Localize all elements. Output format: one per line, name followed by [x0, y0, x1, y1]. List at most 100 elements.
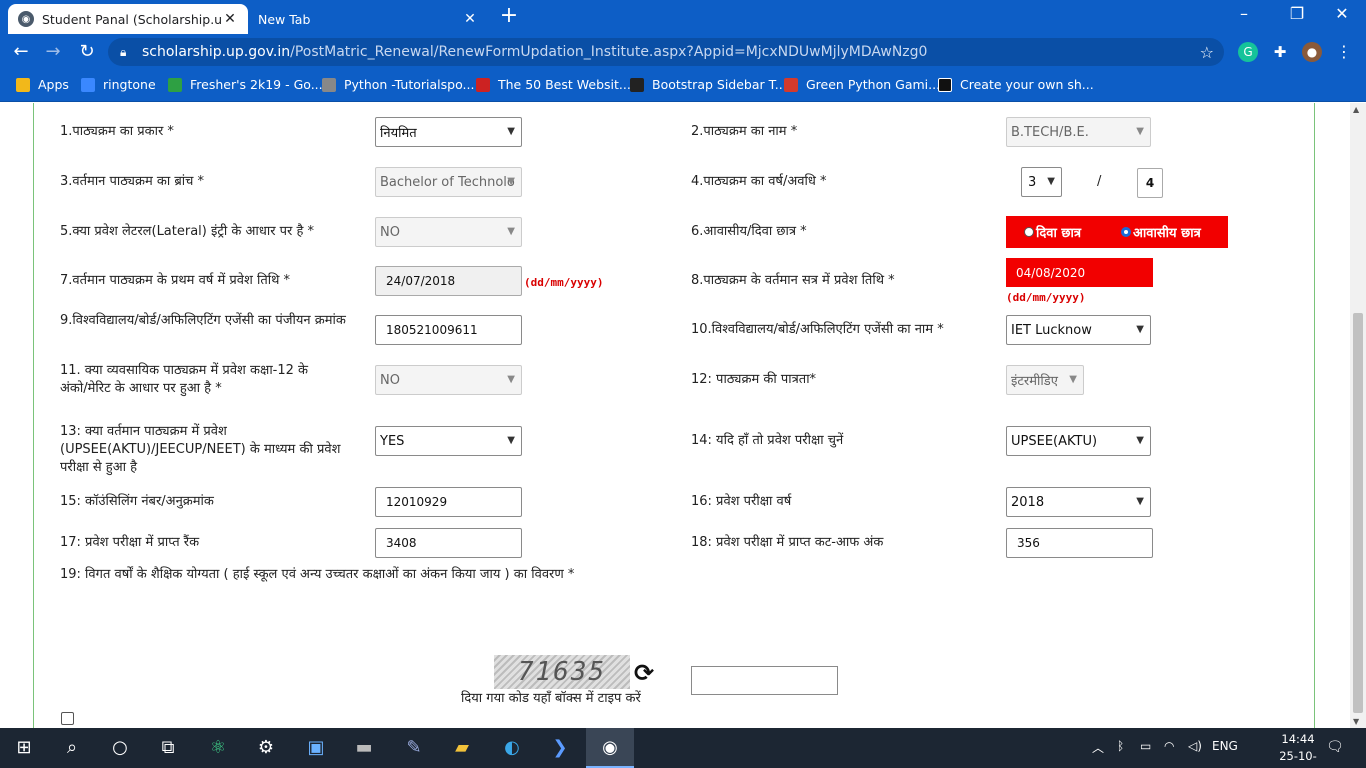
- bookmark-50-best[interactable]: The 50 Best Websit...: [476, 77, 631, 92]
- cutoff-marks-field[interactable]: 356: [1006, 528, 1153, 558]
- scroll-up-icon[interactable]: ▲: [1353, 105, 1359, 114]
- avatar[interactable]: ●: [1302, 42, 1322, 62]
- back-icon[interactable]: ←: [8, 40, 34, 64]
- powershell-icon[interactable]: ❯: [548, 736, 572, 760]
- bookmark-freshers[interactable]: Fresher's 2k19 - Go...: [168, 77, 323, 92]
- branch-select[interactable]: Bachelor of Technolo ▼: [375, 167, 522, 197]
- merit-admission-select[interactable]: NO ▼: [375, 365, 522, 395]
- current-session-admission-date-field[interactable]: 04/08/2020: [1006, 258, 1153, 287]
- bookmark-bootstrap[interactable]: Bootstrap Sidebar T...: [630, 77, 787, 92]
- tab-new-tab[interactable]: New Tab ✕: [248, 4, 488, 34]
- entrance-exam-admission-select[interactable]: YES ▼: [375, 426, 522, 456]
- chevron-down-icon: ▼: [507, 226, 515, 237]
- page-scrollbar[interactable]: ▲ ▼: [1350, 103, 1366, 728]
- wifi-icon[interactable]: ◠: [1164, 739, 1174, 753]
- bookmarks-bar: Apps ringtone Fresher's 2k19 - Go... Pyt…: [0, 70, 1366, 102]
- tab-student-panal[interactable]: ◉ Student Panal (Scholarship.up.nic ✕: [8, 4, 248, 34]
- input-language[interactable]: ENG: [1212, 739, 1238, 753]
- volume-icon[interactable]: ◁): [1188, 739, 1202, 753]
- course-year-select[interactable]: 3 ▼: [1021, 167, 1062, 197]
- app-window-icon[interactable]: ▬: [352, 736, 376, 760]
- chevron-down-icon: ▼: [507, 126, 515, 137]
- declaration-checkbox[interactable]: [61, 712, 74, 725]
- bookmark-ringtone[interactable]: ringtone: [81, 77, 156, 92]
- bookmark-green-python[interactable]: Green Python Gami...: [784, 77, 940, 92]
- forward-icon[interactable]: →: [40, 40, 66, 64]
- bookmark-label: Create your own sh...: [960, 77, 1094, 92]
- suit-icon: [938, 77, 952, 92]
- course-eligibility-select[interactable]: इंटरमीडिए ▼: [1006, 365, 1084, 395]
- tab-title: Student Panal (Scholarship.up.nic: [42, 11, 222, 27]
- radio-button[interactable]: [1024, 227, 1034, 237]
- day-scholar-radio[interactable]: दिवा छात्र: [1024, 223, 1081, 241]
- edge-icon[interactable]: ◐: [500, 736, 524, 760]
- notification-icon[interactable]: 🗨︎: [1326, 739, 1344, 755]
- new-tab-button[interactable]: +: [497, 5, 521, 29]
- tab-strip: ◉ Student Panal (Scholarship.up.nic ✕ Ne…: [0, 0, 1366, 34]
- scrollbar-thumb[interactable]: [1353, 313, 1363, 713]
- extensions-icon[interactable]: ✚: [1270, 42, 1290, 62]
- bookmark-apps[interactable]: Apps: [16, 77, 69, 92]
- close-tab-icon[interactable]: ✕: [222, 11, 238, 27]
- grammarly-icon[interactable]: G: [1238, 42, 1258, 62]
- close-window-button[interactable]: ✕: [1322, 4, 1362, 23]
- control-panel-icon[interactable]: ▣: [304, 736, 328, 760]
- tray-chevron-icon[interactable]: ︿: [1092, 739, 1104, 756]
- file-explorer-icon[interactable]: ▰: [450, 736, 474, 760]
- windows-start-icon[interactable]: ⊞: [12, 736, 36, 760]
- address-bar[interactable]: 🔒︎ scholarship.up.gov.in/PostMatric_Rene…: [108, 38, 1224, 66]
- chevron-down-icon: ▼: [507, 374, 515, 385]
- hosteller-radio[interactable]: आवासीय छात्र: [1121, 223, 1201, 241]
- atom-icon[interactable]: ⚛: [206, 736, 230, 760]
- minimize-button[interactable]: –: [1224, 4, 1264, 23]
- counselling-number-field[interactable]: 12010929: [375, 487, 522, 517]
- lateral-entry-select[interactable]: NO ▼: [375, 217, 522, 247]
- settings-gear-icon[interactable]: ⚙: [254, 736, 278, 760]
- select-value: IET Lucknow: [1011, 322, 1092, 338]
- refresh-captcha-icon[interactable]: ⟳: [634, 659, 654, 687]
- cortana-icon[interactable]: ○: [108, 736, 132, 760]
- scroll-down-icon[interactable]: ▼: [1353, 717, 1359, 726]
- google-drive-icon: [168, 77, 182, 92]
- select-value: Bachelor of Technolo: [380, 174, 515, 190]
- course-type-select[interactable]: नियमित ▼: [375, 117, 522, 147]
- battery-icon[interactable]: ▭: [1140, 739, 1151, 753]
- task-view-icon[interactable]: ⧉: [156, 736, 180, 760]
- bluetooth-icon[interactable]: ᛒ: [1117, 739, 1124, 753]
- current-session-admission-date-label: 8.पाठ्यक्रम के वर्तमान सत्र में प्रवेश त…: [691, 273, 895, 288]
- tab-title: New Tab: [258, 11, 311, 27]
- bookmark-star-icon[interactable]: ☆: [1200, 43, 1214, 62]
- select-value: UPSEE(AKTU): [1011, 433, 1098, 449]
- exam-rank-field[interactable]: 3408: [375, 528, 522, 558]
- university-name-select[interactable]: IET Lucknow ▼: [1006, 315, 1151, 345]
- branch-label: 3.वर्तमान पाठ्यक्रम का ब्रांच *: [60, 174, 205, 189]
- bookmark-python[interactable]: Python -Tutorialspo...: [322, 77, 474, 92]
- select-value: B.TECH/B.E.: [1011, 124, 1089, 140]
- course-year-label: 4.पाठ्यक्रम का वर्ष/अवधि *: [691, 174, 827, 189]
- captcha-input[interactable]: [691, 666, 838, 695]
- exam-rank-label: 17: प्रवेश परीक्षा में प्राप्त रैंक: [60, 535, 200, 550]
- maximize-button[interactable]: ❐: [1277, 4, 1317, 23]
- menu-icon[interactable]: ⋮: [1334, 42, 1354, 62]
- windows-taskbar: ⊞ ⌕ ○ ⧉ ⚛ ⚙ ▣ ▬ ✎ ▰ ◐ ❯ ◉ ︿ ᛒ ▭ ◠ ◁) ENG…: [0, 728, 1366, 768]
- chevron-down-icon: ▼: [507, 176, 515, 187]
- search-icon[interactable]: ⌕: [60, 736, 84, 760]
- exam-year-select[interactable]: 2018 ▼: [1006, 487, 1151, 517]
- system-clock[interactable]: 14:44 25-10-2020: [1268, 731, 1328, 768]
- page-content: 1.पाठ्यक्रम का प्रकार * नियमित ▼ 2.पाठ्यक…: [0, 103, 1350, 728]
- reload-icon[interactable]: ↻: [74, 40, 100, 64]
- bookmark-create-your-own[interactable]: Create your own sh...: [938, 77, 1094, 92]
- registration-number-field[interactable]: 180521009611: [375, 315, 522, 345]
- lateral-entry-label: 5.क्या प्रवेश लेटरल(Lateral) इंट्री के आ…: [60, 224, 315, 239]
- entrance-exam-choice-select[interactable]: UPSEE(AKTU) ▼: [1006, 426, 1151, 456]
- chrome-icon[interactable]: ◉: [598, 736, 622, 760]
- bookmark-label: Green Python Gami...: [806, 77, 941, 92]
- radio-button-checked[interactable]: [1121, 227, 1131, 237]
- notepad-icon[interactable]: ✎: [402, 736, 426, 760]
- close-tab-icon[interactable]: ✕: [462, 11, 478, 27]
- course-name-select[interactable]: B.TECH/B.E. ▼: [1006, 117, 1151, 147]
- chevron-down-icon: ▼: [1047, 176, 1055, 187]
- first-year-admission-date-field[interactable]: 24/07/2018: [375, 266, 522, 296]
- residential-radio-group: दिवा छात्र आवासीय छात्र: [1006, 216, 1228, 248]
- globe-icon: ◉: [18, 11, 34, 27]
